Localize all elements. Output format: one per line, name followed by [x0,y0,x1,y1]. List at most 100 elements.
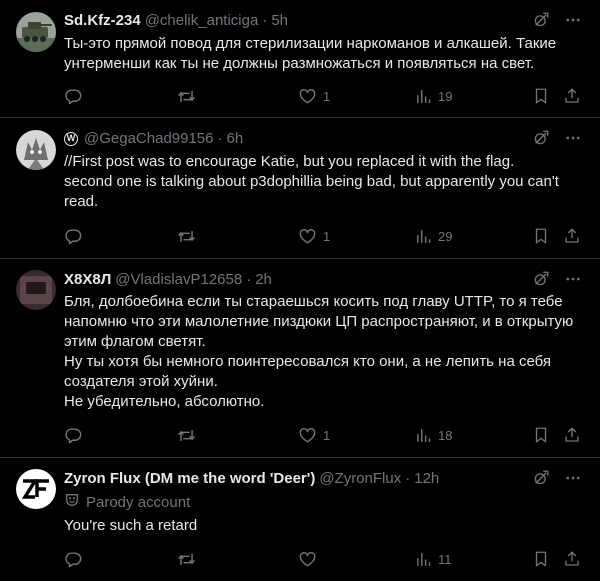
tweet-actions: 1 29 [56,226,586,246]
share-button[interactable] [563,86,581,106]
like-icon [298,227,317,246]
avatar[interactable] [16,12,56,52]
more-icon[interactable] [564,129,582,147]
like-icon [298,550,317,569]
views-button[interactable]: 29 [415,226,452,246]
more-icon[interactable] [564,270,582,288]
timestamp[interactable]: 12h [414,469,439,489]
avatar[interactable] [16,270,56,310]
retweet-button[interactable] [177,549,196,569]
like-button[interactable] [298,549,317,569]
avatar[interactable] [16,130,56,170]
views-count: 18 [438,427,453,443]
retweet-button[interactable] [177,425,196,445]
tweet-header: Zyron Flux (DM me the word 'Deer') @Zyro… [64,469,528,489]
like-button[interactable]: 1 [298,425,330,445]
tweet-feed: Sd.Kfz-234 @chelik_anticiga · 5h Ты-это … [0,0,600,581]
bookmark-button[interactable] [532,86,550,106]
tweet-top-actions [532,11,582,29]
views-button[interactable]: 11 [415,549,452,569]
retweet-button[interactable] [177,226,196,246]
tweet-header: Sd.Kfz-234 @chelik_anticiga · 5h [64,11,528,31]
retweet-icon [177,550,196,569]
tweet-header: Х8Х8Л @VladislavP12658 · 2h [64,270,528,290]
like-button[interactable]: 1 [298,86,330,106]
reply-button[interactable] [64,425,83,445]
tweet[interactable]: Х8Х8Л @VladislavP12658 · 2h Бля, долбоеб… [0,259,600,458]
timestamp[interactable]: 2h [255,270,272,290]
bookmark-icon [532,227,550,245]
retweet-icon [177,426,196,445]
tweet-text: You're such a retard [64,517,198,534]
views-button[interactable]: 18 [415,425,452,445]
retweet-icon [177,227,196,246]
like-count: 1 [323,228,331,244]
display-name[interactable]: Zyron Flux (DM me the word 'Deer') [64,469,315,489]
reply-icon [64,227,83,246]
display-name[interactable]: Sd.Kfz-234 [64,11,141,31]
avatar[interactable] [16,469,56,509]
bookmark-button[interactable] [532,425,550,445]
tweet-text: Ты-это прямой повод для стерилизации нар… [64,35,557,72]
views-count: 19 [438,88,453,104]
tweet-actions: 11 [56,549,586,569]
verified-badge: W [64,132,78,146]
reply-button[interactable] [64,86,83,106]
reply-icon [64,550,83,569]
tweet-text: //First post was to encourage Katie, but… [64,153,559,210]
separator: · [262,12,268,29]
more-icon[interactable] [564,11,582,29]
views-count: 29 [438,228,453,244]
tweet-top-actions [532,469,582,487]
separator: · [246,271,252,288]
views-button[interactable]: 19 [415,86,452,106]
share-icon [563,87,581,105]
share-button[interactable] [563,425,581,445]
timestamp[interactable]: 5h [271,11,288,31]
tweet[interactable]: Zyron Flux (DM me the word 'Deer') @Zyro… [0,458,600,581]
like-count: 1 [323,427,331,443]
separator: · [405,470,411,487]
share-icon [563,227,581,245]
reply-icon [64,426,83,445]
tweet[interactable]: Sd.Kfz-234 @chelik_anticiga · 5h Ты-это … [0,0,600,118]
retweet-icon [177,87,196,106]
tweet-top-actions [532,129,582,147]
grok-icon[interactable] [532,270,550,288]
retweet-button[interactable] [177,86,196,106]
share-icon [563,426,581,444]
timestamp[interactable]: 6h [227,129,244,149]
tweet[interactable]: W @GegaChad99156 · 6h //First post was t… [0,118,600,259]
grok-icon[interactable] [532,129,550,147]
views-icon [415,228,432,245]
share-button[interactable] [563,549,581,569]
more-icon[interactable] [564,469,582,487]
like-button[interactable]: 1 [298,226,330,246]
bookmark-icon [532,426,550,444]
share-button[interactable] [563,226,581,246]
user-handle[interactable]: @chelik_anticiga [145,11,259,31]
parody-text: Parody account [86,494,191,511]
reply-button[interactable] [64,226,83,246]
views-icon [415,551,432,568]
user-handle[interactable]: @VladislavP12658 [115,270,242,290]
parody-mask-icon [64,492,80,514]
share-icon [563,550,581,568]
like-icon [298,87,317,106]
views-icon [415,88,432,105]
bookmark-button[interactable] [532,226,550,246]
grok-icon[interactable] [532,11,550,29]
reply-button[interactable] [64,549,83,569]
user-handle[interactable]: @GegaChad99156 [84,129,214,149]
display-name[interactable]: Х8Х8Л [64,270,111,290]
user-handle[interactable]: @ZyronFlux [319,469,401,489]
tweet-actions: 1 18 [56,425,586,445]
bookmark-icon [532,550,550,568]
reply-icon [64,87,83,106]
grok-icon[interactable] [532,469,550,487]
separator: · [217,130,223,147]
bookmark-button[interactable] [532,549,550,569]
like-count: 1 [323,88,331,104]
views-icon [415,427,432,444]
tweet-text: Бля, долбоебина если ты стараешься косит… [64,293,574,410]
